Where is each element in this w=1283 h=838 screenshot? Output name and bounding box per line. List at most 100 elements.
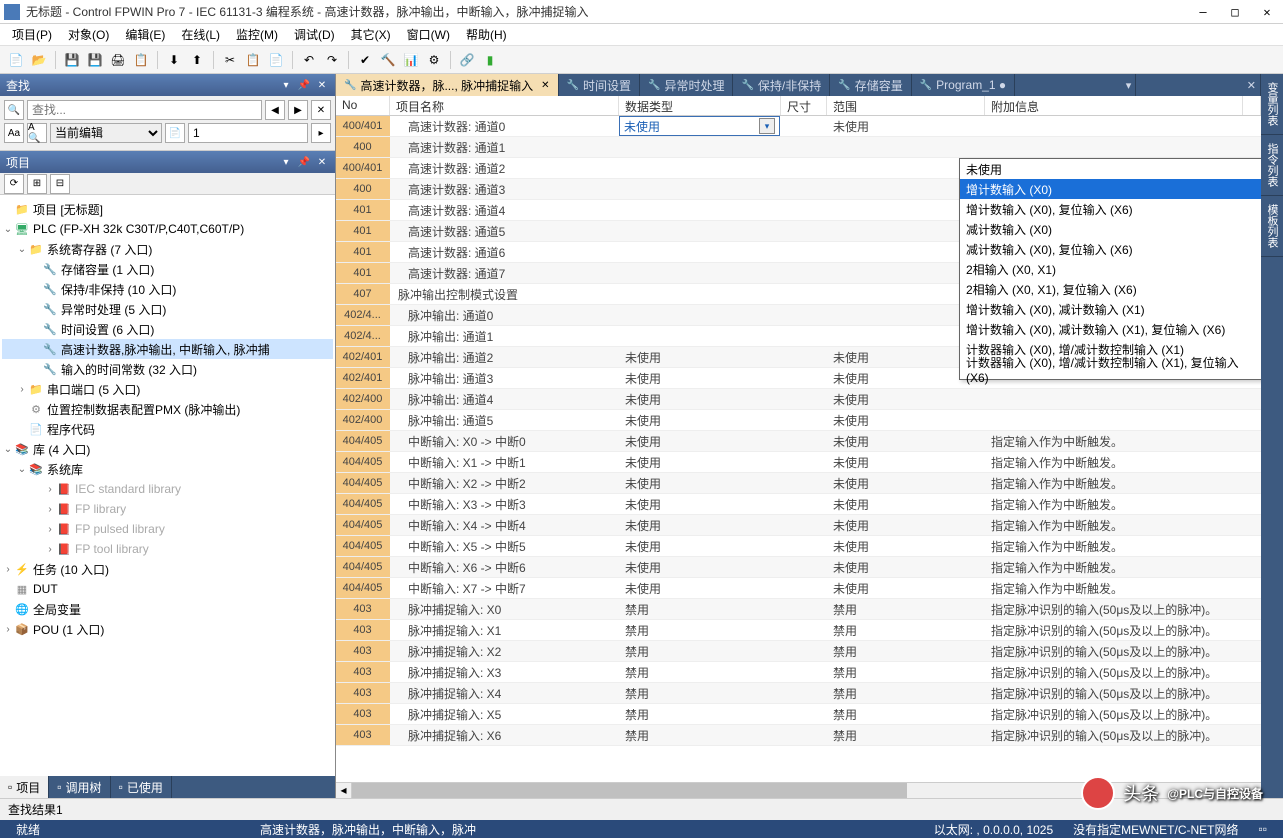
- type-combo[interactable]: 未使用▾: [619, 116, 780, 136]
- next-icon[interactable]: ▶: [288, 100, 308, 120]
- cell-type[interactable]: 未使用: [619, 347, 781, 367]
- document-tab[interactable]: 🔧存储容量: [830, 74, 911, 96]
- menu-item[interactable]: 项目(P): [6, 24, 58, 45]
- cell-type[interactable]: [619, 200, 781, 220]
- grid-row[interactable]: 400/401高速计数器: 通道0未使用▾未使用: [336, 116, 1261, 137]
- tree-item[interactable]: ›⚡任务 (10 入口): [2, 559, 333, 579]
- col-no[interactable]: No: [336, 96, 390, 115]
- twisty-icon[interactable]: ›: [16, 384, 28, 395]
- cell-type[interactable]: 禁用: [619, 725, 781, 745]
- link-icon[interactable]: 🔗: [457, 50, 477, 70]
- grid-row[interactable]: 402/400脉冲输出: 通道4未使用未使用: [336, 389, 1261, 410]
- cell-type[interactable]: [619, 305, 781, 325]
- cell-type[interactable]: 未使用: [619, 389, 781, 409]
- col-name[interactable]: 项目名称: [390, 96, 619, 115]
- cell-type[interactable]: 禁用: [619, 704, 781, 724]
- document-tab[interactable]: 🔧异常时处理: [640, 74, 733, 96]
- menu-item[interactable]: 调试(D): [288, 24, 341, 45]
- twisty-icon[interactable]: ⌄: [16, 464, 28, 475]
- menu-item[interactable]: 编辑(E): [119, 24, 171, 45]
- check-icon[interactable]: ✔: [355, 50, 375, 70]
- twisty-icon[interactable]: ⌄: [2, 224, 14, 235]
- grid-row[interactable]: 403脉冲捕捉输入: X6禁用禁用指定脉冲识别的输入(50μs及以上的脉冲)。: [336, 725, 1261, 746]
- side-tab[interactable]: 指令列表: [1261, 135, 1283, 196]
- dropdown-icon[interactable]: ▾: [279, 78, 293, 92]
- tree-item[interactable]: ⚙位置控制数据表配置PMX (脉冲输出): [2, 399, 333, 419]
- tree-item[interactable]: ›📦POU (1 入口): [2, 619, 333, 639]
- grid-body[interactable]: 400/401高速计数器: 通道0未使用▾未使用400高速计数器: 通道1400…: [336, 116, 1261, 782]
- refresh-icon[interactable]: ⟳: [4, 174, 24, 194]
- document-tab[interactable]: 🔧保持/非保持: [733, 74, 830, 96]
- grid-row[interactable]: 404/405中断输入: X0 -> 中断0未使用未使用指定输入作为中断触发。: [336, 431, 1261, 452]
- open-icon[interactable]: 📂: [29, 50, 49, 70]
- go-icon[interactable]: ▸: [311, 123, 331, 143]
- dropdown-item[interactable]: 增计数输入 (X0), 减计数输入 (X1): [960, 299, 1261, 319]
- cell-type[interactable]: 禁用: [619, 641, 781, 661]
- dropdown-item[interactable]: 增计数输入 (X0), 减计数输入 (X1), 复位输入 (X6): [960, 319, 1261, 339]
- print-icon[interactable]: 🖨: [108, 50, 128, 70]
- page-input[interactable]: [188, 123, 308, 143]
- close-button[interactable]: ✕: [1255, 3, 1279, 21]
- cell-type[interactable]: 未使用: [619, 578, 781, 598]
- dropdown-icon[interactable]: ▾: [279, 155, 293, 169]
- grid-row[interactable]: 403脉冲捕捉输入: X2禁用禁用指定脉冲识别的输入(50μs及以上的脉冲)。: [336, 641, 1261, 662]
- preview-icon[interactable]: 📋: [131, 50, 151, 70]
- grid-row[interactable]: 404/405中断输入: X5 -> 中断5未使用未使用指定输入作为中断触发。: [336, 536, 1261, 557]
- cell-type[interactable]: 未使用: [619, 368, 781, 388]
- cell-type[interactable]: 禁用: [619, 599, 781, 619]
- minimize-button[interactable]: —: [1191, 3, 1215, 21]
- tab-control-icon[interactable]: ✕: [1243, 74, 1261, 96]
- download-icon[interactable]: ⬇: [164, 50, 184, 70]
- close-icon[interactable]: ✕: [315, 78, 329, 92]
- word-icon[interactable]: A🔍: [27, 123, 47, 143]
- side-tab[interactable]: 变量列表: [1261, 74, 1283, 135]
- upload-icon[interactable]: ⬆: [187, 50, 207, 70]
- menu-item[interactable]: 窗口(W): [401, 24, 456, 45]
- grid-row[interactable]: 404/405中断输入: X2 -> 中断2未使用未使用指定输入作为中断触发。: [336, 473, 1261, 494]
- document-tab[interactable]: 🔧Program_1 ●: [912, 74, 1015, 96]
- col-size[interactable]: 尺寸: [781, 96, 827, 115]
- case-icon[interactable]: Aa: [4, 123, 24, 143]
- grid-row[interactable]: 403脉冲捕捉输入: X5禁用禁用指定脉冲识别的输入(50μs及以上的脉冲)。: [336, 704, 1261, 725]
- tree-item[interactable]: ⌄📚库 (4 入口): [2, 439, 333, 459]
- save-all-icon[interactable]: 💾: [85, 50, 105, 70]
- col-type[interactable]: 数据类型: [619, 96, 781, 115]
- dropdown-item[interactable]: 增计数输入 (X0), 复位输入 (X6): [960, 199, 1261, 219]
- build-icon[interactable]: 🔨: [378, 50, 398, 70]
- tree-item[interactable]: 🔧保持/非保持 (10 入口): [2, 279, 333, 299]
- dropdown-item[interactable]: 减计数输入 (X0): [960, 219, 1261, 239]
- grid-row[interactable]: 403脉冲捕捉输入: X0禁用禁用指定脉冲识别的输入(50μs及以上的脉冲)。: [336, 599, 1261, 620]
- monitor-icon[interactable]: 📊: [401, 50, 421, 70]
- cell-type[interactable]: [619, 242, 781, 262]
- tree-item[interactable]: 📄程序代码: [2, 419, 333, 439]
- menu-item[interactable]: 帮助(H): [460, 24, 513, 45]
- grid-row[interactable]: 403脉冲捕捉输入: X3禁用禁用指定脉冲识别的输入(50μs及以上的脉冲)。: [336, 662, 1261, 683]
- side-tab[interactable]: 模板列表: [1261, 196, 1283, 257]
- search-input[interactable]: [27, 100, 262, 120]
- dropdown-item[interactable]: 2相输入 (X0, X1), 复位输入 (X6): [960, 279, 1261, 299]
- bottom-tab[interactable]: ▫已使用: [111, 776, 172, 798]
- tree-item[interactable]: 🔧高速计数器,脉冲输出, 中断输入, 脉冲捕: [2, 339, 333, 359]
- type-dropdown[interactable]: 未使用增计数输入 (X0)增计数输入 (X0), 复位输入 (X6)减计数输入 …: [959, 158, 1261, 380]
- tree-item[interactable]: 🔧输入的时间常数 (32 入口): [2, 359, 333, 379]
- search-icon[interactable]: 🔍: [4, 100, 24, 120]
- tree-item[interactable]: ›📕IEC standard library: [2, 479, 333, 499]
- redo-icon[interactable]: ↷: [322, 50, 342, 70]
- scope-select[interactable]: 当前编辑: [50, 123, 162, 143]
- cell-type[interactable]: [619, 263, 781, 283]
- find-result-bar[interactable]: 查找结果1: [0, 798, 1283, 820]
- cell-type[interactable]: 未使用: [619, 494, 781, 514]
- undo-icon[interactable]: ↶: [299, 50, 319, 70]
- cell-type[interactable]: 禁用: [619, 683, 781, 703]
- bottom-tab[interactable]: ▫调用树: [49, 776, 110, 798]
- menu-item[interactable]: 在线(L): [175, 24, 226, 45]
- close-icon[interactable]: ✕: [315, 155, 329, 169]
- grid-row[interactable]: 404/405中断输入: X6 -> 中断6未使用未使用指定输入作为中断触发。: [336, 557, 1261, 578]
- tree-item[interactable]: ›📕FP pulsed library: [2, 519, 333, 539]
- grid-row[interactable]: 404/405中断输入: X1 -> 中断1未使用未使用指定输入作为中断触发。: [336, 452, 1261, 473]
- tree-item[interactable]: ›📁串口端口 (5 入口): [2, 379, 333, 399]
- col-info[interactable]: 附加信息: [985, 96, 1243, 115]
- cut-icon[interactable]: ✂: [220, 50, 240, 70]
- tree-item[interactable]: ▦DUT: [2, 579, 333, 599]
- cell-type[interactable]: 禁用: [619, 620, 781, 640]
